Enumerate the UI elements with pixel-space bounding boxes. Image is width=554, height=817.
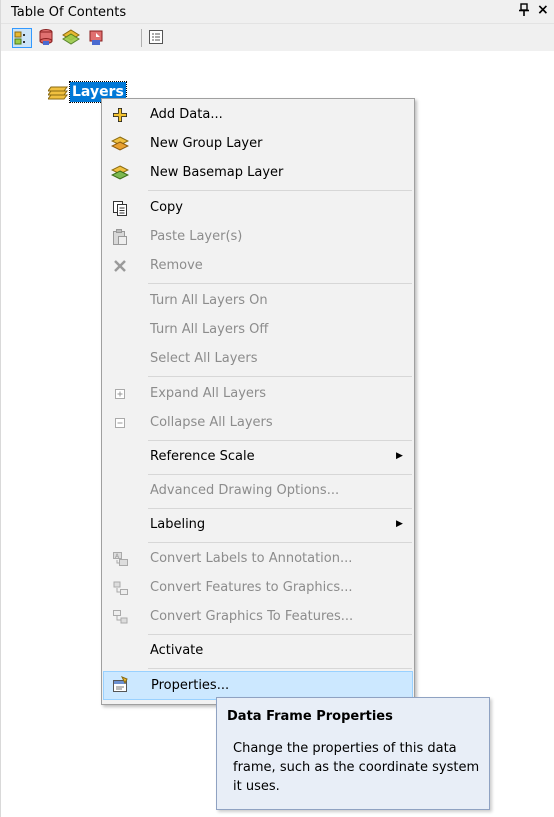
properties-icon <box>111 676 129 694</box>
context-menu: Add Data... New Group Layer New Basemap … <box>101 98 415 705</box>
menu-item-label: Convert Labels to Annotation... <box>150 551 353 566</box>
menu-item-activate[interactable]: Activate <box>103 637 413 666</box>
convert-graphics-icon <box>111 608 129 626</box>
panel-title: Table Of Contents <box>11 5 127 20</box>
table-of-contents-panel: Table Of Contents × Layers Add Data... N… <box>0 0 554 817</box>
menu-item-label: New Group Layer <box>150 136 263 151</box>
panel-titlebar: Table Of Contents × <box>1 0 554 24</box>
menu-item-new-group-layer[interactable]: New Group Layer <box>103 130 413 159</box>
list-by-selection-icon[interactable] <box>87 28 107 48</box>
submenu-arrow-icon: ▶ <box>396 451 403 461</box>
menu-separator <box>148 440 412 441</box>
convert-features-icon <box>111 579 129 597</box>
pin-icon[interactable] <box>518 3 530 21</box>
menu-item-label: Collapse All Layers <box>150 415 273 430</box>
tooltip: Data Frame Properties Change the propert… <box>216 697 490 810</box>
add-data-icon <box>111 106 129 124</box>
toc-toolbar <box>1 24 554 51</box>
menu-separator <box>148 508 412 509</box>
menu-item-remove[interactable]: Remove <box>103 252 413 281</box>
menu-item-collapse-all-layers[interactable]: Collapse All Layers <box>103 409 413 438</box>
expand-icon <box>111 385 129 403</box>
menu-item-new-basemap-layer[interactable]: New Basemap Layer <box>103 159 413 188</box>
menu-separator <box>148 668 412 669</box>
menu-item-turn-all-layers-off[interactable]: Turn All Layers Off <box>103 316 413 345</box>
menu-item-copy[interactable]: Copy <box>103 194 413 223</box>
paste-icon <box>111 228 129 246</box>
menu-item-advanced-drawing-options[interactable]: Advanced Drawing Options... <box>103 477 413 506</box>
menu-item-label: Remove <box>150 258 203 273</box>
group-layer-icon <box>110 135 130 153</box>
menu-item-label: Convert Features to Graphics... <box>150 580 353 595</box>
copy-icon <box>111 199 129 217</box>
menu-item-select-all-layers[interactable]: Select All Layers <box>103 345 413 374</box>
menu-item-label: Advanced Drawing Options... <box>150 483 340 498</box>
collapse-icon <box>111 414 129 432</box>
menu-item-turn-all-layers-on[interactable]: Turn All Layers On <box>103 287 413 316</box>
basemap-layer-icon <box>110 164 130 182</box>
menu-item-expand-all-layers[interactable]: Expand All Layers <box>103 380 413 409</box>
menu-item-properties[interactable]: Properties... <box>103 671 413 700</box>
convert-labels-icon: A <box>111 550 129 568</box>
menu-item-labeling[interactable]: Labeling ▶ <box>103 511 413 540</box>
menu-item-label: Convert Graphics To Features... <box>150 609 354 624</box>
menu-separator <box>148 474 412 475</box>
menu-separator <box>148 376 412 377</box>
menu-item-label: Labeling <box>150 517 206 532</box>
menu-separator <box>148 542 412 543</box>
menu-item-convert-features-to-graphics[interactable]: Convert Features to Graphics... <box>103 574 413 603</box>
toolbar-separator <box>141 29 142 47</box>
menu-item-label: Activate <box>150 643 204 658</box>
menu-item-paste-layers[interactable]: Paste Layer(s) <box>103 223 413 252</box>
menu-item-convert-graphics-to-features[interactable]: Convert Graphics To Features... <box>103 603 413 632</box>
tooltip-title: Data Frame Properties <box>227 709 393 724</box>
close-icon[interactable]: × <box>537 2 549 18</box>
layers-icon <box>47 83 68 105</box>
menu-item-add-data[interactable]: Add Data... <box>103 101 413 130</box>
menu-item-label: Reference Scale <box>150 449 255 464</box>
menu-item-label: New Basemap Layer <box>150 165 284 180</box>
tooltip-body: Change the properties of this data frame… <box>233 741 480 794</box>
menu-separator <box>148 634 412 635</box>
remove-icon <box>111 257 129 275</box>
menu-separator <box>148 283 412 284</box>
options-icon[interactable] <box>147 28 167 48</box>
list-by-drawing-order-icon[interactable] <box>12 28 32 48</box>
list-by-source-icon[interactable] <box>37 28 57 48</box>
menu-item-label: Turn All Layers Off <box>150 322 269 337</box>
menu-item-convert-labels-to-annotation[interactable]: A Convert Labels to Annotation... <box>103 545 413 574</box>
list-by-visibility-icon[interactable] <box>62 28 82 48</box>
menu-item-label: Paste Layer(s) <box>150 229 243 244</box>
menu-item-label: Copy <box>150 200 183 215</box>
menu-item-label: Expand All Layers <box>150 386 267 401</box>
menu-item-label: Turn All Layers On <box>150 293 268 308</box>
menu-item-reference-scale[interactable]: Reference Scale ▶ <box>103 443 413 472</box>
menu-separator <box>148 190 412 191</box>
menu-item-label: Select All Layers <box>150 351 258 366</box>
menu-item-label: Properties... <box>151 678 230 693</box>
submenu-arrow-icon: ▶ <box>396 519 403 529</box>
menu-item-label: Add Data... <box>150 107 223 122</box>
